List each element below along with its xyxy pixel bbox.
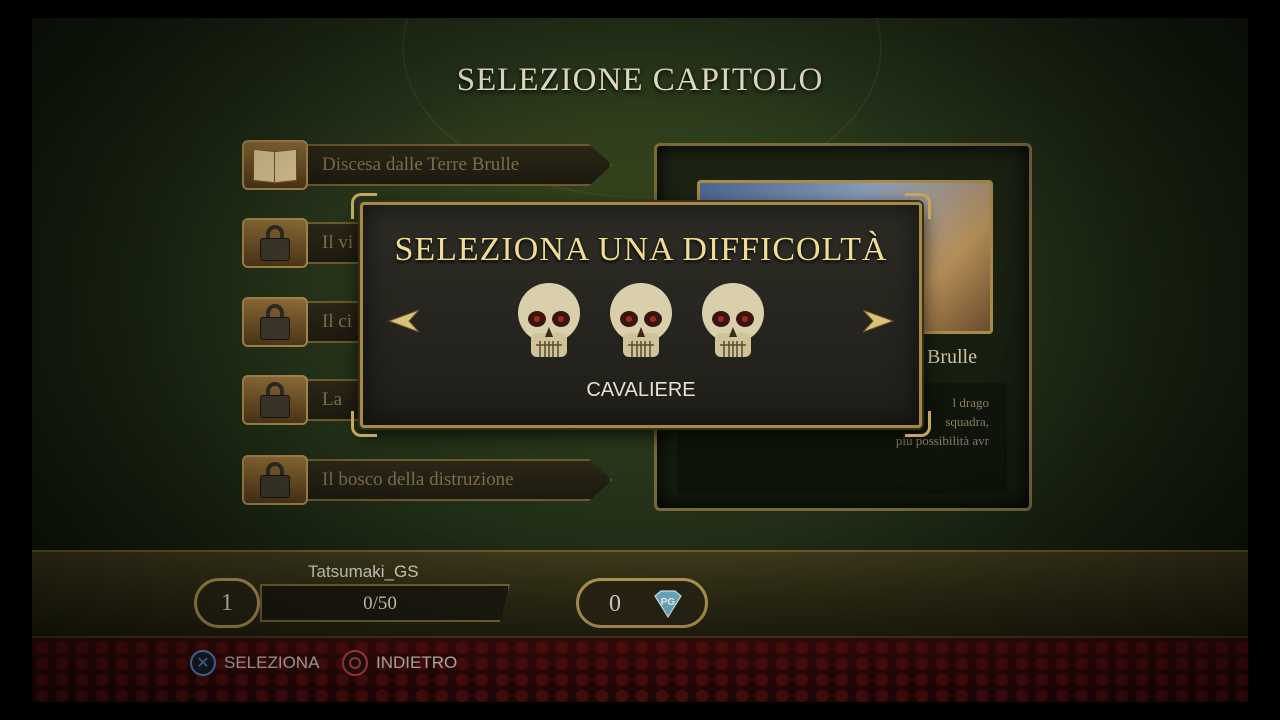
- player-status-bar: Tatsumaki_GS 1 0/50 0 PG: [32, 550, 1248, 638]
- frame-corner: [351, 411, 377, 437]
- chapter-badge: [242, 297, 308, 347]
- chapter-badge: [242, 218, 308, 268]
- chapter-item-1[interactable]: Discesa dalle Terre Brulle: [242, 140, 612, 190]
- book-icon: [252, 148, 298, 182]
- chapter-item-5[interactable]: Il bosco della distruzione: [242, 455, 612, 505]
- back-hint[interactable]: INDIETRO: [342, 650, 457, 676]
- skull-icon: [518, 283, 580, 357]
- chapter-label: Discesa dalle Terre Brulle: [322, 154, 520, 175]
- skull-icon: [610, 283, 672, 357]
- gem-icon-text: PG: [661, 597, 676, 608]
- back-label: INDIETRO: [376, 653, 458, 672]
- chapter-label: Il ci: [322, 311, 353, 332]
- difficulty-skulls: [363, 281, 919, 363]
- chapter-badge: [242, 140, 308, 190]
- description-line: più possibilità avr: [895, 433, 989, 448]
- xp-text: 0/50: [363, 593, 397, 614]
- frame-corner: [905, 411, 931, 437]
- chapter-detail-title: Brulle: [927, 346, 977, 368]
- lock-icon: [260, 382, 290, 418]
- arrow-right-icon[interactable]: [861, 308, 895, 334]
- lock-icon: [260, 225, 290, 261]
- frame-corner: [905, 193, 931, 219]
- gem-icon: PG: [651, 590, 685, 619]
- gems-count: 0: [609, 591, 621, 617]
- select-label: SELEZIONA: [224, 653, 320, 672]
- chapter-label: Il vi: [322, 232, 354, 253]
- player-level-badge: 1: [194, 578, 260, 628]
- player-name: Tatsumaki_GS: [308, 562, 419, 581]
- lock-icon: [260, 462, 290, 498]
- cross-button-icon: ✕: [190, 650, 216, 676]
- difficulty-modal: SELEZIONA UNA DIFFICOLTÀ CAVALIERE: [351, 193, 931, 437]
- circle-button-icon: [342, 650, 368, 676]
- chapter-label: Il bosco della distruzione: [322, 469, 514, 490]
- chapter-label: La: [322, 389, 343, 410]
- chapter-badge: [242, 455, 308, 505]
- gems-counter: 0 PG: [576, 578, 708, 628]
- select-hint[interactable]: ✕ SELEZIONA: [190, 650, 319, 676]
- page-title: SELEZIONE CAPITOLO: [456, 62, 824, 98]
- modal-title: SELEZIONA UNA DIFFICOLTÀ: [394, 231, 888, 268]
- game-screen: SELEZIONE CAPITOLO Discesa dalle Terre B…: [32, 18, 1248, 702]
- chapter-badge: [242, 375, 308, 425]
- controls-footer: ✕ SELEZIONA INDIETRO: [32, 638, 1248, 702]
- frame-corner: [351, 193, 377, 219]
- skull-icon: [702, 283, 764, 357]
- lock-icon: [260, 304, 290, 340]
- difficulty-name: CAVALIERE: [586, 379, 696, 401]
